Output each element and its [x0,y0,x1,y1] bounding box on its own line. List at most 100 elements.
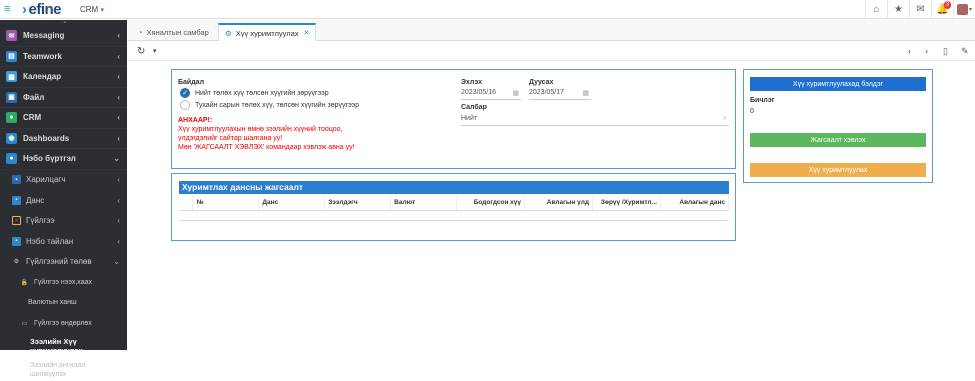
chevron-left-icon: ‹ [117,133,120,143]
toolbar: ↻ ▾ ‹ › ▯ ✎ [128,42,975,61]
dashboard-icon: ◉ [6,132,17,144]
start-date-field[interactable]: 2023/05/16 ▦ [461,89,521,100]
chat-icon: ✉ [6,30,17,42]
star-icon[interactable]: ★ [887,0,909,19]
print-list-button[interactable]: Жагсаалт хэвлэх [750,133,926,147]
dashboard-icon: ◔ [138,27,143,37]
team-icon: ▤ [6,50,17,62]
warning-line-2: үлдэгдэлийг сайтар шалгана уу! [178,135,283,142]
report-icon: ▪ [12,236,21,246]
chevron-right-icon[interactable]: › [925,46,928,56]
sidebar-item-file[interactable]: ▣ Файл ‹ [0,88,127,108]
notification-badge: 3 [943,1,951,9]
chevron-left-icon: ‹ [117,236,120,246]
sidebar-sub2-accrue-interest[interactable]: Зээлийн Хүү хуримтлуулах [0,334,127,359]
sidebar-item-dashboards[interactable]: ◉ Dashboards ‹ [0,129,127,149]
chevron-left-icon[interactable]: ‹ [908,46,911,56]
bell-icon[interactable]: 🔔 3 [931,0,953,19]
user-icon: ● [6,153,17,165]
type-label: Байдал [178,79,205,86]
col-number[interactable]: № [192,195,260,211]
chevron-down-icon: ⌄ [62,18,68,25]
accrue-interest-button[interactable]: Хүү хуримтлуулах [750,163,926,177]
branch-label: Салбар [461,104,487,111]
col-difference[interactable]: Зөрүү /Хуримтл... [592,195,661,211]
start-date-label: Эхлэх [461,79,482,86]
sidebar-sub-transaction[interactable]: ▫ Гүйлгээ ‹ [0,211,127,232]
sidebar-sub2-exchange-rate[interactable]: Валютын ханш [0,293,127,314]
sidebar-sub2-open-close[interactable]: 🔓 Гүйлгээ нээх,хаах [0,272,127,293]
wrench-icon[interactable]: ✎ [961,46,969,57]
col-receivable-balance[interactable]: Авлагын үлд [524,195,593,211]
col-select [179,195,194,211]
mail-icon[interactable]: ✉ [909,0,931,19]
account-icon: ▪ [12,195,21,205]
refresh-icon[interactable]: ↻ [137,46,145,57]
sidebar-sub-report[interactable]: ▪ Нэбо тайлан ‹ [0,231,127,252]
gears-icon: ⚙ [225,28,232,38]
logo[interactable]: › efine [22,1,62,18]
col-receivable-account[interactable]: Авлагын данс [660,195,730,211]
close-icon[interactable]: ✕ [304,29,310,37]
col-currency[interactable]: Валют [390,195,458,211]
sidebar-item-crm[interactable]: ● CRM ‹ [0,108,127,129]
warning-line-3: Мөн 'ЖАГСААЛТ ХЭВЛЭХ' командаар хэвлэж а… [178,144,355,151]
module-selector[interactable]: CRM ▾ [80,5,104,14]
menu-icon[interactable]: ≡ [4,4,14,15]
sidebar-item-teamwork[interactable]: ▤ Teamwork ‹ [0,47,127,67]
chevron-down-icon: ⌄ [113,154,120,164]
table-header-row: № Данс Зээлдэгч Валют Бодогдсон хүү Авла… [179,195,730,211]
col-borrower[interactable]: Зээлдэгч [324,195,392,211]
chevron-left-icon: ‹ [117,195,120,205]
sidebar-sub2-finalize[interactable]: ▭ Гүйлгээ өндөрлөх [0,313,127,334]
branch-field[interactable]: Нийт ⌕ [461,115,729,126]
chevron-down-icon: ▾ [968,7,972,13]
col-account[interactable]: Данс [258,195,326,211]
warning-title: АНХААР!: [178,117,213,124]
search-icon: ⌕ [723,115,727,122]
calendar-icon: ▦ [512,90,519,97]
sidebar-item-calendar[interactable]: ▦ Календар ‹ [0,67,127,88]
chevron-down-icon[interactable]: ▾ [153,47,157,55]
sidebar-item-messaging[interactable]: ✉ Messaging ‹ [0,26,127,47]
chevron-down-icon: ⌄ [113,257,120,267]
chevron-left-icon: ‹ [117,216,120,226]
chevron-left-icon: ‹ [117,92,120,102]
record-label: Бичлэг [750,97,775,104]
chevron-down-icon: ▾ [100,7,104,14]
prepare-accrual-button[interactable]: Хүү хуримтлуулахад бэлдэг [750,77,926,91]
end-date-field[interactable]: 2023/05/17 ▦ [529,89,591,100]
sidebar-sub2-loan-classification[interactable]: Зээлийн ангилал шилжүүлэх [0,359,127,381]
end-date-label: Дуусах [529,79,554,86]
radio-option-monthly[interactable]: Тухайн сарын төлөх хүү, төлсөн хүүгийн з… [180,100,359,110]
tab-dashboard[interactable]: ◔ Хяналтын самбар [132,23,215,41]
transaction-icon: ▫ [12,216,21,226]
unlock-icon: 🔓 [20,279,29,286]
tab-accrue-interest[interactable]: ⚙ Хүү хуримтлуулах ✕ [218,23,317,41]
home-icon[interactable]: ⌂ [865,0,887,19]
logo-mark-icon: › [22,1,27,18]
document-icon[interactable]: ▯ [943,46,948,57]
accrual-table: № Данс Зээлдэгч Валют Бодогдсон хүү Авла… [179,195,730,221]
sidebar-item-nebo[interactable]: ● Нэбо бүртгэл ⌄ [0,149,127,170]
table-empty-row [179,210,729,221]
chevron-left-icon: ‹ [117,175,120,185]
chevron-left-icon: ‹ [117,113,120,123]
calendar-icon: ▦ [6,71,17,83]
col-calculated-interest[interactable]: Бодогдсон хүү [456,195,526,211]
table-title: Хуримтлах дансны жагсаалт [179,181,729,194]
sidebar: ⌄ ✉ Messaging ‹ ▤ Teamwork ‹ ▦ Календар ‹ ▣ Фай… [0,18,127,378]
calendar-icon: ▦ [582,90,589,97]
chevron-left-icon: ‹ [117,31,120,41]
top-bar: ≡ › efine CRM ▾ ⌂ ★ ✉ 🔔 3 ▾ [0,0,975,19]
sidebar-sub-transaction-status[interactable]: ⚙ Гүйлгээний төлөв ⌄ [0,252,127,273]
sidebar-sub-account[interactable]: ▪ Данс ‹ [0,190,127,211]
sidebar-sub-customer[interactable]: ▪ Харилцагч ‹ [0,170,127,191]
filter-panel: Байдал ✓ Нийт төлөх хүү төлсөн хүүгийн зө… [171,69,736,169]
user-menu[interactable]: ▾ [953,0,975,19]
avatar [956,4,968,15]
chevron-left-icon: ‹ [117,51,120,61]
user-icon: ● [6,112,17,124]
radio-option-total[interactable]: ✓ Нийт төлөх хүү төлсөн хүүгийн зөрүүгээр [180,88,329,98]
folder-icon: ▭ [21,320,28,327]
